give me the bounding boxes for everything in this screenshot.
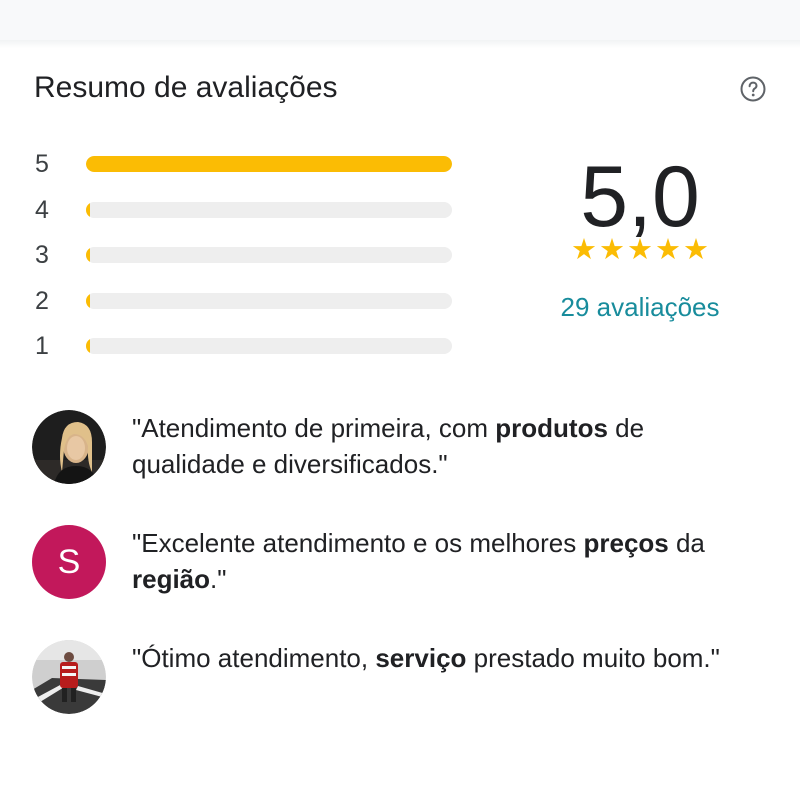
histogram-bar-track: [86, 247, 452, 263]
histogram-star-label: 2: [35, 286, 49, 315]
histogram-bar-fill: [86, 338, 90, 354]
star-icon: ★: [683, 232, 709, 266]
section-title: Resumo de avaliações: [34, 71, 338, 104]
review-highlight: região: [132, 564, 211, 594]
average-rating: 5,0: [580, 149, 700, 245]
star-icon: ★: [571, 232, 597, 266]
histogram-bar-fill: [86, 201, 90, 218]
histogram-bar-track: [86, 201, 452, 218]
star-icon: ★: [599, 232, 625, 266]
review-text-segment: da: [668, 528, 705, 558]
histogram-bar-fill: [86, 247, 90, 263]
histogram-star-label: 4: [35, 195, 49, 224]
reviews-count-link[interactable]: 29 avaliações: [540, 290, 740, 324]
review-text: "Ótimo atendimento, serviço prestado mui…: [132, 640, 762, 676]
user-photo-avatar: [32, 640, 106, 714]
histogram-bar-fill: [86, 292, 90, 309]
histogram-star-label: 5: [35, 150, 49, 178]
histogram-star-label: 3: [35, 241, 49, 269]
histogram-bar-track: [86, 156, 452, 172]
review-text: "Atendimento de primeira, com produtos d…: [132, 410, 762, 482]
user-letter-avatar: S: [32, 525, 106, 599]
histogram-row: 4: [30, 194, 460, 240]
user-photo-avatar: [32, 410, 106, 484]
top-bar: [0, 0, 800, 40]
star-rating: ★★★★★: [540, 232, 740, 266]
histogram-row: 5: [30, 148, 460, 194]
star-icon: ★: [627, 232, 653, 266]
histogram-row: 3: [30, 239, 460, 285]
histogram-row: 1: [30, 330, 460, 376]
histogram-bar-track: [86, 338, 452, 354]
review-highlight: preços: [583, 528, 669, 558]
star-icon: ★: [655, 232, 681, 266]
review-text-segment: prestado muito bom.": [466, 643, 720, 673]
rating-histogram: 5 4 3 2 1: [30, 148, 460, 376]
review-text-segment: .": [210, 564, 227, 594]
review-highlight: produtos: [495, 413, 608, 443]
review-text-segment: "Atendimento de primeira, com: [132, 413, 496, 443]
help-circle-icon[interactable]: [739, 75, 767, 103]
review-text-segment: "Ótimo atendimento,: [132, 643, 376, 673]
review-highlight: serviço: [375, 643, 467, 673]
histogram-star-label: 1: [35, 332, 49, 360]
histogram-bar-track: [86, 292, 452, 309]
histogram-bar-fill: [86, 156, 452, 172]
review-text-segment: "Excelente atendimento e os melhores: [132, 528, 584, 558]
histogram-row: 2: [30, 285, 460, 331]
top-bar-shadow: [0, 40, 800, 48]
review-text: "Excelente atendimento e os melhores pre…: [132, 525, 762, 597]
